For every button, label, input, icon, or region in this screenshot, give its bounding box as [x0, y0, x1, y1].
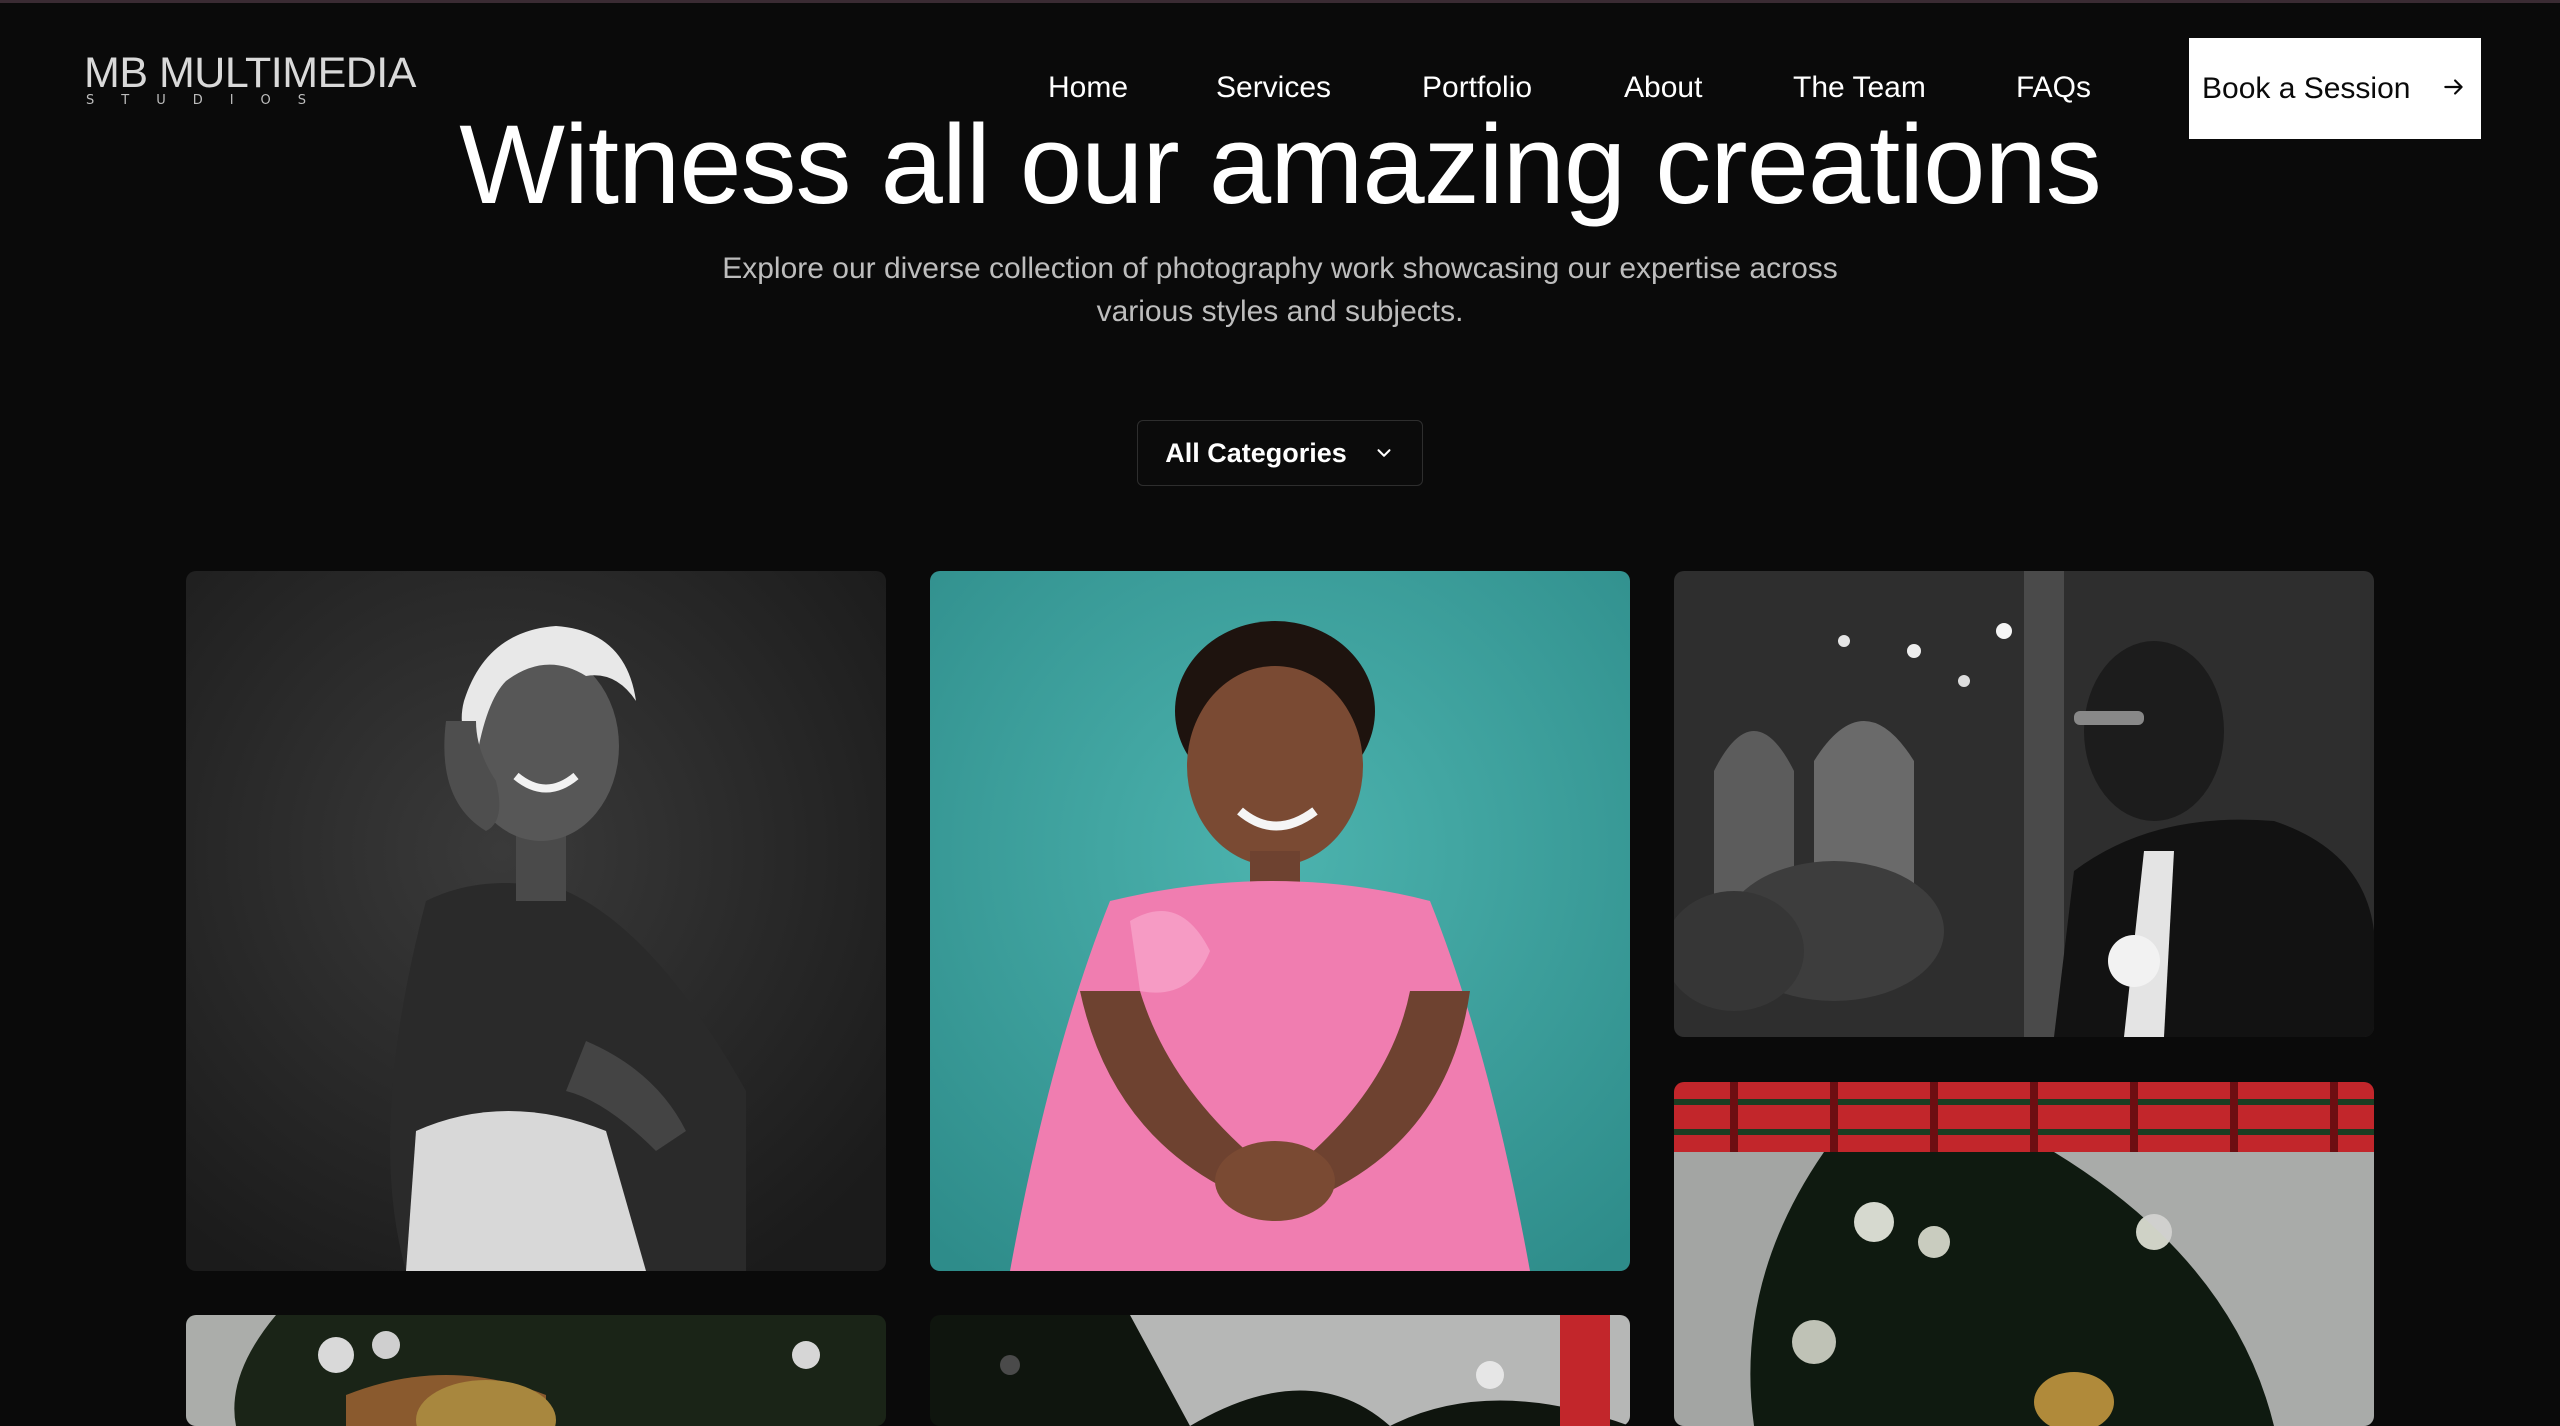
bw-portrait-image	[186, 571, 886, 1271]
traditional-ceremony-image	[186, 1315, 886, 1426]
category-filter-dropdown[interactable]: All Categories	[1137, 420, 1423, 486]
brand-name: MB MULTIMEDIA	[84, 49, 416, 97]
arrow-right-icon	[2444, 79, 2463, 95]
gallery-photo-bw-portrait[interactable]	[186, 571, 886, 1271]
gallery-photo-bead-curtain[interactable]	[930, 1315, 1630, 1426]
bw-groom-image	[1674, 571, 2374, 1037]
gallery-photo-traditional-decor[interactable]	[1674, 1082, 2374, 1426]
top-border	[0, 0, 2560, 3]
category-filter-label: All Categories	[1165, 437, 1347, 468]
gallery-photo-traditional-ceremony[interactable]	[186, 1315, 886, 1426]
gallery-photo-bw-groom[interactable]	[1674, 571, 2374, 1037]
traditional-decor-image	[1674, 1082, 2374, 1426]
girl-pink-dress-image	[930, 571, 1630, 1271]
chevron-down-icon	[1377, 449, 1391, 457]
bead-curtain-image	[930, 1315, 1630, 1426]
gallery-photo-girl-pink-dress[interactable]	[930, 571, 1630, 1271]
page-title: Witness all our amazing creations	[459, 102, 2101, 227]
page-subtitle: Explore our diverse collection of photog…	[722, 252, 1838, 328]
